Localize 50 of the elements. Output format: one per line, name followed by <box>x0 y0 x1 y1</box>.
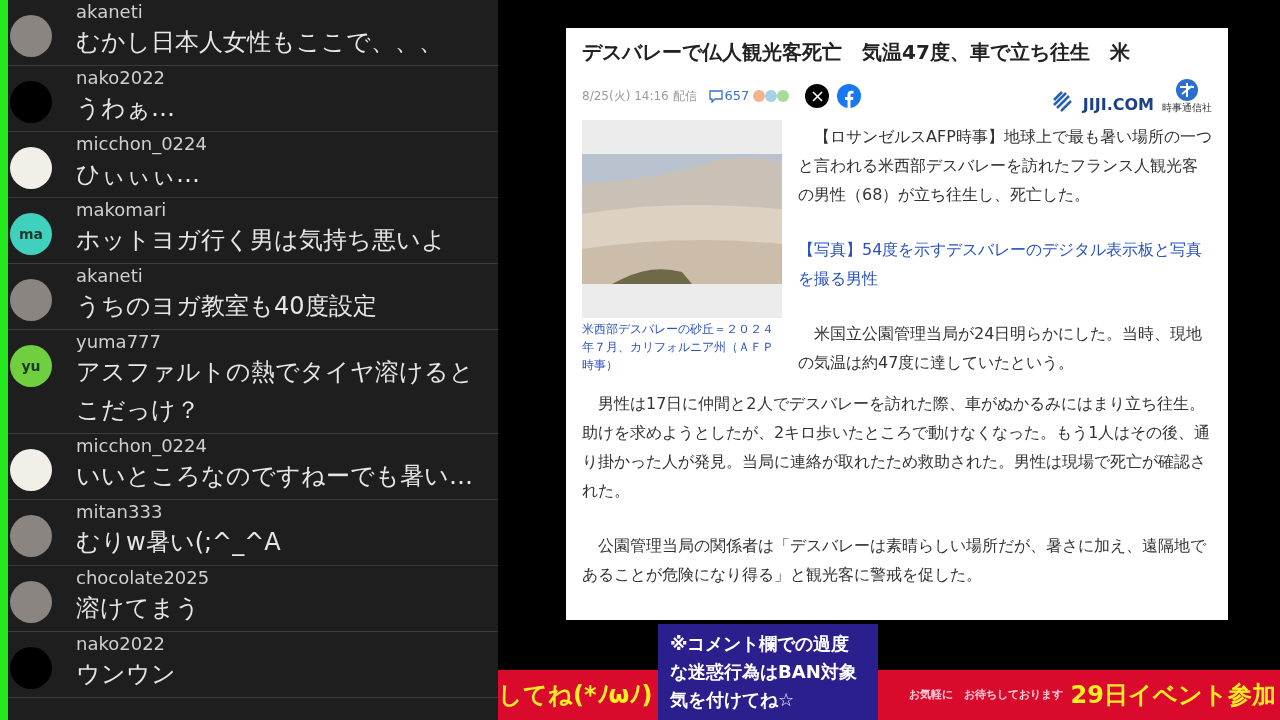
reaction-icon <box>777 90 790 102</box>
comment-username: nako2022 <box>76 633 167 655</box>
comment-message: むかし日本人女性もここで、、、 <box>76 27 444 58</box>
publisher-emblem-icon <box>1174 78 1200 102</box>
comment-username: micchon_0224 <box>76 435 208 457</box>
comment-message: うちのヨガ教室も40度設定 <box>76 291 378 322</box>
article-paragraph: 米国立公園管理当局が24日明らかにした。当時、現地の気温は約47度に達していたという。 <box>798 323 1204 374</box>
comment-username: akaneti <box>76 1 144 23</box>
ticker-faint-text: お気軽に お待ちしております <box>908 686 1063 703</box>
avatar-photo-placeholder <box>10 15 52 57</box>
comment-message: うわぁ… <box>76 93 176 124</box>
avatar-photo-placeholder <box>10 515 52 557</box>
avatar-initials: yu <box>10 345 52 387</box>
avatar-photo-placeholder <box>10 279 52 321</box>
jiji-logo-text: JIJI.COM <box>1082 96 1154 114</box>
comment-username: mitan333 <box>76 501 164 523</box>
photo-link[interactable]: 【写真】54度を示すデスバレーのデジタル表示板と写真を撮る男性 <box>798 235 1212 293</box>
article-paragraph: 男性は17日に仲間と2人でデスバレーを訪れた際、車がぬかるみにはまり立ち往生。助けを求めようとしたが、2キロ歩いたところで動けなくなった。もう1人はその後、通り掛かった人が発見。当局に連絡が取れたため救助された。男性は現場で死亡が確認された。 <box>582 393 1212 502</box>
comment-message: いいところなのですねーでも暑い… <box>76 461 474 492</box>
article-paragraph: 【ロサンゼルスAFP時事】地球上で最も暑い場所の一つと言われる米西部デスバレーを訪れたフランス人観光客の男性（68）が立ち往生し、死亡した。 <box>798 126 1212 206</box>
comment-username: yuma777 <box>76 331 162 353</box>
comment-username: akaneti <box>76 265 144 287</box>
comment-username: makomari <box>76 199 168 221</box>
ticker-text: してね(*ﾉωﾉ) <box>498 680 653 711</box>
comment-message: ひぃぃぃ… <box>76 159 201 190</box>
comment-message: むりw暑い(;^_^A <box>76 527 282 558</box>
comment-username: micchon_0224 <box>76 133 208 155</box>
comment-message: ウンウン <box>76 659 177 690</box>
article-paragraph: 公園管理当局の関係者は「デスバレーは素晴らしい場所だが、暑さに加え、遠隔地であることが危険になり得る」と観光客に警戒を促した。 <box>582 535 1207 586</box>
comment-message: 溶けてまう <box>76 593 201 624</box>
reaction-icon <box>753 90 766 102</box>
image-caption: 米西部デスバレーの砂丘＝２０２４年７月、カリフォルニア州（ＡＦＰ時事） <box>582 321 775 374</box>
article-title: デスバレーで仏人観光客死亡 気温47度、車で立ち往生 米 <box>582 39 1131 66</box>
ticker-text: 29日イベント参加 <box>1070 680 1276 711</box>
comment-message: アスファルトの熱でタイヤ溶けるとこだっけ？ <box>76 357 475 426</box>
publish-date: 8/25(火) 14:16 配信 <box>582 88 697 105</box>
comment-icon <box>708 89 723 103</box>
avatar-photo-placeholder <box>10 581 52 623</box>
comment-count-link[interactable]: 657 <box>708 86 750 106</box>
comment-message: ホットヨガ行く男は気持ち悪いよ <box>76 225 447 256</box>
notice-text: ※コメント欄での過度な迷惑行為はBAN対象気を付けてね☆ <box>670 632 858 712</box>
comment-username: nako2022 <box>76 67 167 89</box>
x-share-button[interactable] <box>805 84 830 108</box>
publisher-name: 時事通信社 <box>1162 102 1212 114</box>
reaction-icon <box>765 90 778 102</box>
facebook-share-button[interactable] <box>837 84 862 108</box>
facebook-f-icon <box>844 89 855 108</box>
avatar-initials: ma <box>10 213 52 255</box>
x-logo-icon <box>811 90 823 102</box>
comment-username: chocolate2025 <box>76 567 211 589</box>
